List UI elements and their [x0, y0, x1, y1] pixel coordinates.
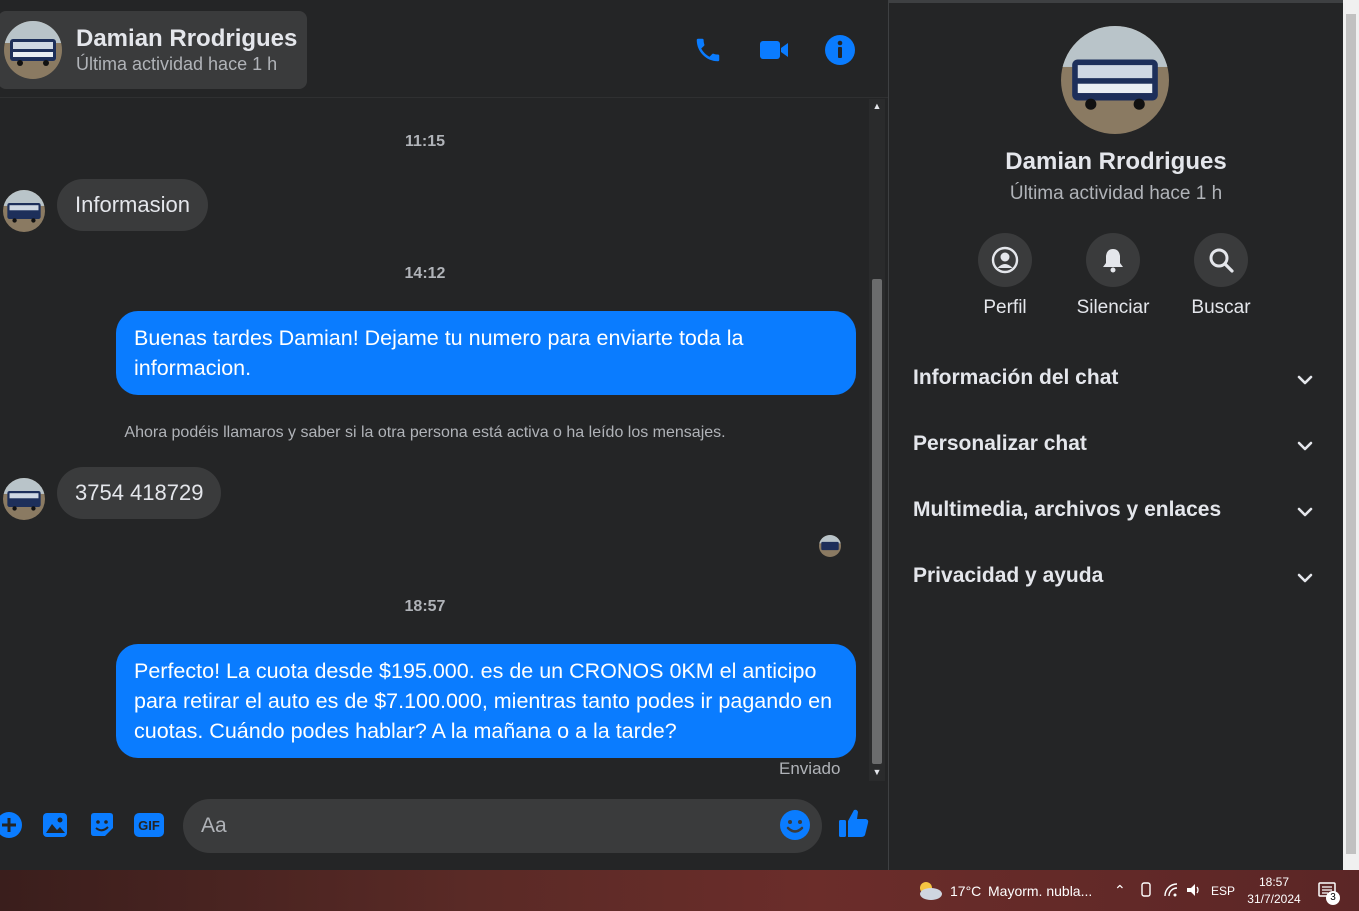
timestamp: 14:12 [404, 265, 446, 282]
chevron-up-icon[interactable]: ⌃ [1114, 882, 1126, 899]
weather-cloud-icon[interactable] [915, 878, 943, 902]
sent-status: Enviado [779, 759, 841, 778]
volume-icon[interactable] [1185, 882, 1203, 898]
emoji-icon[interactable] [779, 809, 813, 843]
language-indicator[interactable]: ESP [1210, 884, 1236, 898]
sender-avatar [3, 478, 45, 520]
message-list[interactable]: 11:15 Informasion 14:12 Buenas tardes Da… [0, 99, 870, 782]
device-icon[interactable] [1139, 882, 1153, 898]
scroll-up-arrow-icon[interactable]: ▲ [872, 101, 882, 111]
messenger-window: Damian Rrodrigues Última actividad hace … [0, 0, 1359, 911]
clock-time[interactable]: 18:57 [1244, 875, 1304, 889]
clock-date[interactable]: 31/7/2024 [1244, 892, 1304, 906]
window-scrollbar[interactable] [1343, 0, 1359, 870]
taskbar: 17°C Mayorm. nubla... ⌃ ESP 18:57 31/7/2… [0, 870, 1359, 911]
incoming-message[interactable]: Informasion [57, 179, 208, 231]
section-privacy-help[interactable]: Privacidad y ayuda [889, 552, 1343, 602]
contact-avatar [4, 21, 62, 79]
video-camera-icon[interactable] [757, 33, 791, 67]
panel-contact-status: Última actividad hace 1 h [1009, 183, 1223, 204]
bell-icon[interactable] [1086, 233, 1140, 287]
composer: GIF [0, 782, 888, 870]
section-media-files-links[interactable]: Multimedia, archivos y enlaces [889, 486, 1343, 536]
incoming-message[interactable]: 3754 418729 [57, 467, 222, 519]
search-icon[interactable] [1194, 233, 1248, 287]
outgoing-message[interactable]: Perfecto! La cuota desde $195.000. es de… [116, 644, 856, 758]
contact-status: Última actividad hace 1 h [76, 54, 278, 74]
timestamp: 11:15 [404, 133, 446, 150]
window-scroll-thumb[interactable] [1346, 14, 1356, 854]
contact-profile-chip[interactable]: Damian Rrodrigues Última actividad hace … [0, 11, 307, 89]
weather-temperature[interactable]: 17°C [950, 883, 981, 899]
contact-name: Damian Rrodrigues [76, 25, 298, 52]
wifi-icon[interactable] [1163, 882, 1179, 898]
notification-count-badge: 3 [1326, 891, 1340, 905]
thumbs-up-icon[interactable] [837, 806, 871, 840]
message-input[interactable] [201, 799, 771, 853]
panel-contact-avatar [1061, 26, 1169, 134]
mute-label: Silenciar [1076, 297, 1150, 318]
outgoing-message[interactable]: Buenas tardes Damian! Dejame tu numero p… [116, 311, 856, 395]
panel-contact-name: Damian Rrodrigues [1005, 148, 1227, 175]
message-input-wrapper [183, 799, 822, 853]
system-notice: Ahora podéis llamaros y saber si la otra… [124, 424, 726, 441]
chevron-down-icon [1297, 441, 1313, 451]
chevron-down-icon [1297, 375, 1313, 385]
phone-icon[interactable] [691, 33, 725, 67]
image-icon[interactable] [38, 808, 72, 842]
plus-icon[interactable] [0, 808, 26, 842]
timestamp: 18:57 [404, 598, 446, 615]
sticker-icon[interactable] [85, 808, 119, 842]
chevron-down-icon [1297, 573, 1313, 583]
profile-action[interactable]: Perfil [950, 233, 1060, 319]
search-action[interactable]: Buscar [1166, 233, 1276, 319]
profile-icon[interactable] [978, 233, 1032, 287]
weather-description[interactable]: Mayorm. nubla... [988, 883, 1092, 899]
profile-label: Perfil [983, 297, 1027, 318]
gif-icon[interactable]: GIF [132, 808, 166, 842]
chat-header: Damian Rrodrigues Última actividad hace … [0, 0, 888, 98]
scroll-thumb[interactable] [872, 279, 882, 764]
chat-details-panel: Damian Rrodrigues Última actividad hace … [889, 3, 1343, 870]
message-scrollbar[interactable]: ▲ ▼ [869, 99, 885, 781]
sender-avatar [3, 190, 45, 232]
scroll-down-arrow-icon[interactable]: ▼ [872, 767, 882, 777]
section-customize-chat[interactable]: Personalizar chat [889, 420, 1343, 470]
mute-action[interactable]: Silenciar [1058, 233, 1168, 319]
info-icon[interactable] [823, 33, 857, 67]
search-label: Buscar [1191, 297, 1251, 318]
svg-text:GIF: GIF [138, 818, 160, 833]
chevron-down-icon [1297, 507, 1313, 517]
section-chat-info[interactable]: Información del chat [889, 354, 1343, 404]
read-receipt-avatar [819, 535, 841, 557]
